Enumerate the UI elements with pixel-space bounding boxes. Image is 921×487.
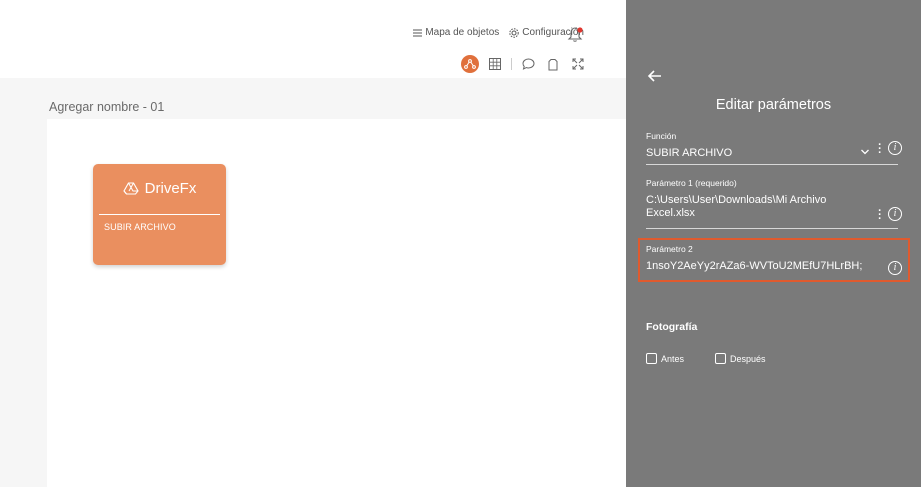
top-header: Mapa de objetos Configuración [0,0,626,78]
photo-section-title: Fotografía [646,321,698,333]
google-drive-icon [122,181,139,195]
param1-info-icon[interactable]: i [888,207,902,221]
object-map-link[interactable]: Mapa de objetos [413,27,499,38]
comment-icon [521,58,535,70]
param1-field[interactable]: Parámetro 1 (requerido) C:\Users\User\Do… [646,178,898,229]
param1-more-icon[interactable]: · · · [877,206,883,225]
back-arrow-icon[interactable] [646,68,664,84]
after-checkbox-label: Después [730,353,766,364]
clipboard-button[interactable] [544,55,562,73]
before-checkbox-label: Antes [661,353,685,364]
card-header: DriveFx [93,164,226,212]
function-underline [646,164,898,165]
param2-highlight-box [638,238,910,282]
fullscreen-button[interactable] [569,55,587,73]
flow-name-label[interactable]: Agregar nombre - 01 [49,100,164,114]
toolbar-divider [511,58,512,70]
object-map-label: Mapa de objetos [425,27,500,38]
before-checkbox-box[interactable] [646,353,657,364]
function-info-icon[interactable]: i [888,141,902,155]
card-title: DriveFx [144,179,197,197]
panel-title: Editar parámetros [715,97,832,113]
flow-view-button[interactable] [461,55,479,73]
grid-view-button[interactable] [486,55,504,73]
param1-underline [646,228,898,229]
function-more-icon[interactable]: · · · [877,140,883,159]
after-checkbox[interactable]: Después [715,353,766,364]
function-label: Función [646,131,677,141]
expand-icon [572,58,584,70]
card-subtitle: SUBIR ARCHIVO [104,222,176,232]
after-checkbox-box[interactable] [715,353,726,364]
clipboard-icon [548,58,558,70]
card-divider [99,214,220,215]
param1-value: C:\Users\User\Downloads\Mi Archivo Excel… [646,194,827,219]
notification-bell-icon[interactable] [566,25,584,43]
drivefx-node-card[interactable]: DriveFx SUBIR ARCHIVO [93,164,226,265]
flow-icon [464,59,476,69]
comment-button[interactable] [519,55,537,73]
grid-icon [489,58,501,70]
chevron-down-icon[interactable] [860,148,870,156]
top-nav: Mapa de objetos Configuración [403,27,584,38]
view-toolbar [461,55,594,73]
before-checkbox[interactable]: Antes [646,353,684,364]
param1-label: Parámetro 1 (requerido) [646,178,737,188]
gear-icon [509,27,519,38]
menu-icon [413,29,423,36]
